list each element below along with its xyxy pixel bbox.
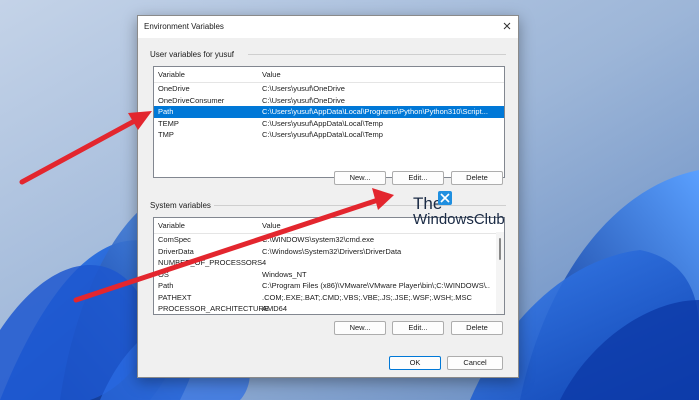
table-row[interactable]: NUMBER_OF_PROCESSORS 4: [154, 257, 504, 269]
close-icon: [503, 22, 511, 30]
table-row[interactable]: TMP C:\Users\yusuf\AppData\Local\Temp: [154, 129, 504, 141]
table-row[interactable]: ComSpec C:\WINDOWS\system32\cmd.exe: [154, 234, 504, 246]
windowsclub-logo-icon: [438, 191, 452, 205]
system-edit-button[interactable]: Edit...: [392, 321, 444, 335]
variable-value: C:\Users\yusuf\OneDrive: [262, 84, 345, 93]
variable-value: C:\Program Files (x86)\VMware\VMware Pla…: [262, 281, 490, 290]
table-row[interactable]: TEMP C:\Users\yusuf\AppData\Local\Temp: [154, 118, 504, 130]
variable-value: 4: [262, 258, 267, 267]
column-header-variable[interactable]: Variable: [158, 70, 185, 79]
column-header-value[interactable]: Value: [262, 70, 490, 79]
title-bar: Environment Variables: [138, 16, 518, 38]
table-row-selected[interactable]: Path C:\Users\yusuf\AppData\Local\Progra…: [154, 106, 504, 118]
variable-name: DriverData: [158, 246, 194, 256]
variable-value: .COM;.EXE;.BAT;.CMD;.VBS;.VBE;.JS;.JSE;.…: [262, 292, 472, 302]
table-row[interactable]: Path C:\Program Files (x86)\VMware\VMwar…: [154, 280, 504, 292]
variable-value: C:\Windows\System32\Drivers\DriverData: [262, 246, 402, 256]
system-new-button[interactable]: New...: [334, 321, 386, 335]
system-list-scrollbar[interactable]: [496, 232, 504, 314]
scrollbar-thumb[interactable]: [499, 238, 501, 260]
watermark-line-2: WindowsClub: [413, 211, 505, 228]
variable-name: ComSpec: [158, 235, 191, 244]
variable-name: TMP: [158, 130, 174, 139]
variable-name: PATHEXT: [158, 292, 192, 302]
variable-name: NUMBER_OF_PROCESSORS: [158, 258, 263, 267]
table-row[interactable]: DriverData C:\Windows\System32\Drivers\D…: [154, 246, 504, 258]
variable-value: AMD64: [262, 304, 288, 313]
column-header-variable[interactable]: Variable: [158, 221, 185, 230]
variable-name: Path: [158, 281, 174, 290]
variable-value: C:\Users\yusuf\OneDrive: [262, 95, 345, 105]
variable-name: Path: [158, 107, 174, 116]
user-variables-list[interactable]: Variable Value OneDrive C:\Users\yusuf\O…: [153, 66, 505, 178]
table-row[interactable]: OneDriveConsumer C:\Users\yusuf\OneDrive: [154, 95, 504, 107]
table-row[interactable]: PATHEXT .COM;.EXE;.BAT;.CMD;.VBS;.VBE;.J…: [154, 292, 504, 304]
variable-name: OS: [158, 269, 169, 279]
table-row[interactable]: PROCESSOR_ARCHITECTURE AMD64: [154, 303, 504, 314]
variable-value: C:\Users\yusuf\AppData\Local\Temp: [262, 130, 383, 139]
user-variables-label: User variables for yusuf: [150, 50, 235, 59]
table-row[interactable]: OneDrive C:\Users\yusuf\OneDrive: [154, 83, 504, 95]
ok-button[interactable]: OK: [389, 356, 441, 370]
user-new-button[interactable]: New...: [334, 171, 386, 185]
close-button[interactable]: [500, 19, 514, 33]
variable-value: C:\Users\yusuf\AppData\Local\Temp: [262, 118, 383, 128]
variable-name: OneDriveConsumer: [158, 95, 225, 105]
window-title: Environment Variables: [144, 22, 224, 31]
system-delete-button[interactable]: Delete: [451, 321, 503, 335]
system-variables-label: System variables: [150, 201, 211, 210]
variable-name: PROCESSOR_ARCHITECTURE: [158, 304, 269, 313]
variable-name: OneDrive: [158, 84, 190, 93]
cancel-button[interactable]: Cancel: [447, 356, 503, 370]
variable-value: C:\Users\yusuf\AppData\Local\Programs\Py…: [262, 107, 488, 116]
variable-value: C:\WINDOWS\system32\cmd.exe: [262, 235, 375, 244]
user-delete-button[interactable]: Delete: [451, 171, 503, 185]
user-list-header: Variable Value: [154, 67, 504, 83]
system-variables-list[interactable]: Variable Value ComSpec C:\WINDOWS\system…: [153, 217, 505, 315]
variable-name: TEMP: [158, 118, 179, 128]
table-row[interactable]: OS Windows_NT: [154, 269, 504, 281]
watermark-line-1: The: [413, 194, 443, 213]
user-group-divider: [248, 54, 506, 55]
variable-value: Windows_NT: [262, 269, 307, 279]
user-edit-button[interactable]: Edit...: [392, 171, 444, 185]
windowsclub-watermark: The WindowsClub: [413, 195, 505, 227]
